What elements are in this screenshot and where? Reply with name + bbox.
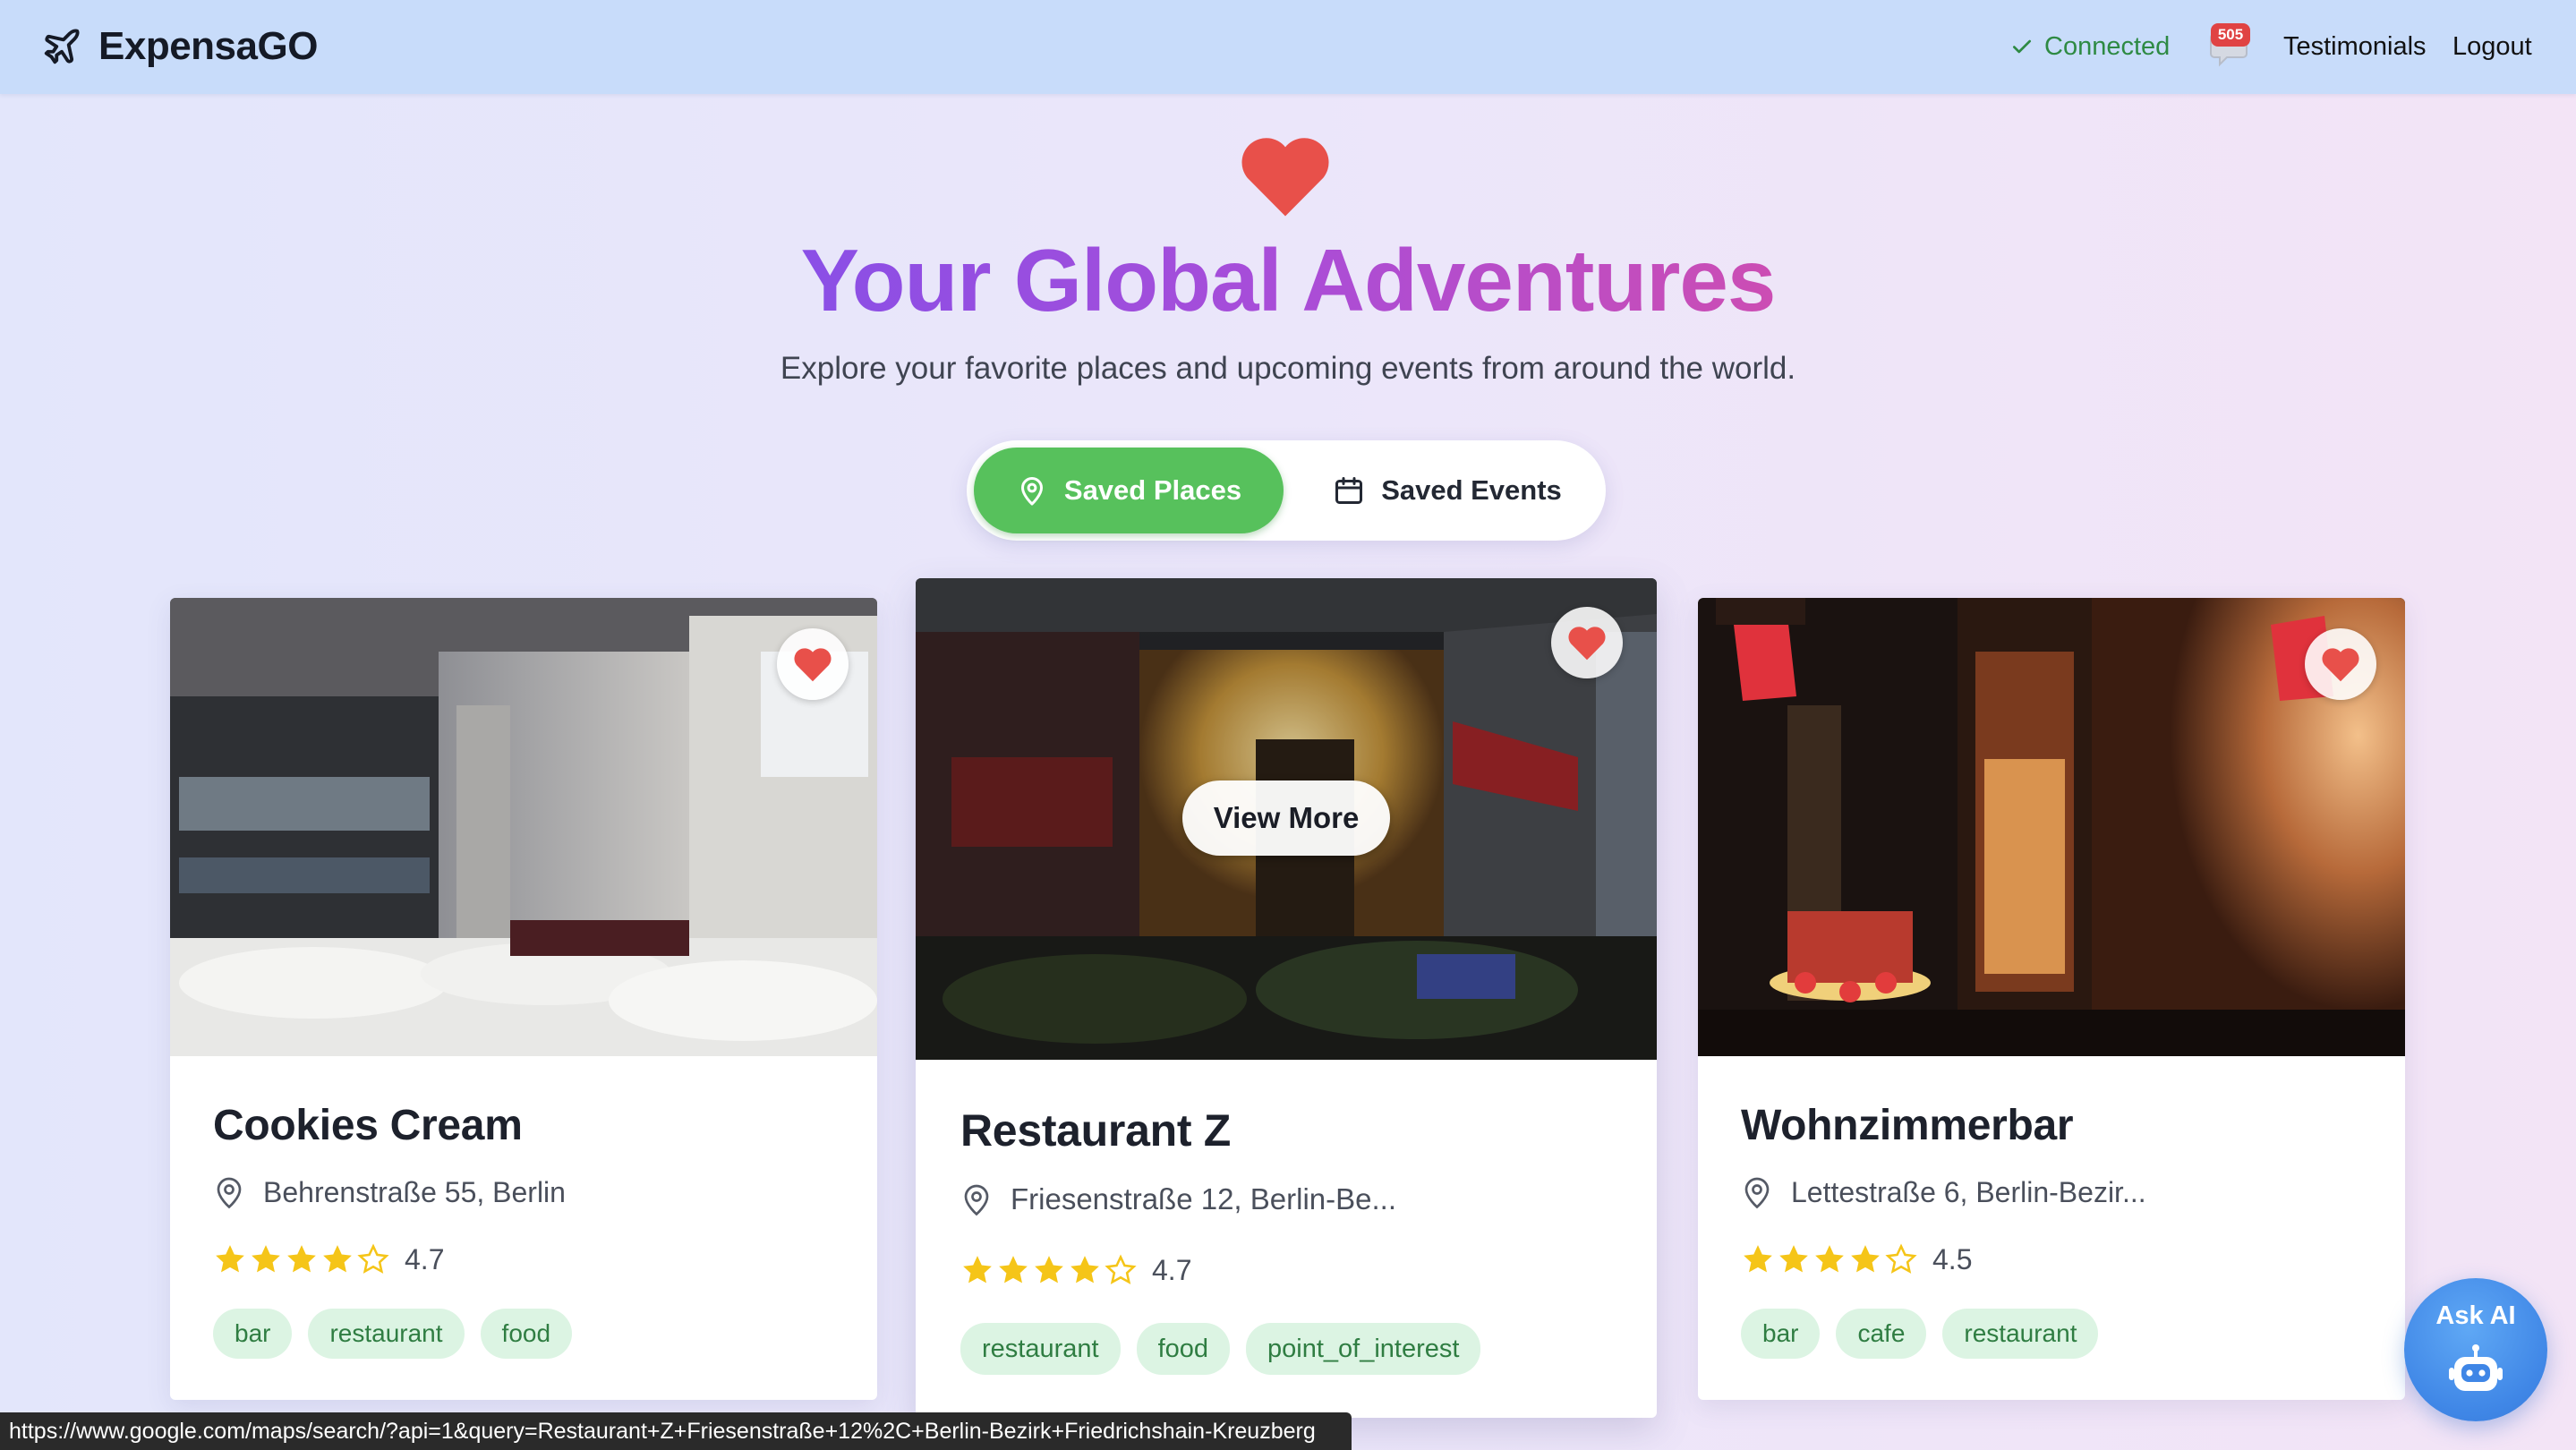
tag-list: restaurant food point_of_interest [960, 1323, 1497, 1375]
link-preview-status: https://www.google.com/maps/search/?api=… [0, 1412, 1352, 1450]
tag: restaurant [308, 1309, 465, 1359]
brand[interactable]: ExpensaGO [41, 22, 318, 71]
heart-icon [1241, 138, 1329, 217]
map-pin-icon [1744, 1177, 1770, 1209]
map-pin-icon [964, 1184, 989, 1216]
star-empty-icon [1105, 1254, 1137, 1284]
star-filled-icon [1779, 1245, 1808, 1273]
star-filled-icon [287, 1245, 316, 1273]
saved-events-tab[interactable]: Saved Events [1300, 448, 1595, 533]
place-address: Lettestraße 6, Berlin-Bezir... [1741, 1174, 2146, 1210]
tag-list: bar cafe restaurant [1741, 1309, 2114, 1359]
star-filled-icon [1851, 1245, 1880, 1273]
place-photo[interactable] [1698, 598, 2405, 1056]
saved-toggle: Saved Places Saved Events [967, 440, 1606, 541]
star-filled-icon [252, 1245, 280, 1273]
place-card[interactable]: Cookies Cream Behrenstraße 55, Berlin 4.… [170, 598, 877, 1400]
calendar-icon [1335, 477, 1363, 504]
place-card[interactable]: Wohnzimmerbar Lettestraße 6, Berlin-Bezi… [1698, 598, 2405, 1400]
star-filled-icon [1815, 1245, 1844, 1273]
heart-icon [794, 648, 832, 682]
star-filled-icon [1035, 1256, 1063, 1284]
place-address: Friesenstraße 12, Berlin-Be... [960, 1181, 1396, 1217]
check-icon [2012, 39, 2032, 54]
plane-icon [44, 29, 80, 64]
place-name: Cookies Cream [213, 1102, 523, 1149]
tag: restaurant [960, 1323, 1121, 1375]
star-filled-icon [1070, 1256, 1099, 1284]
address-text: Lettestraße 6, Berlin-Bezir... [1791, 1175, 2146, 1208]
tag: point_of_interest [1246, 1323, 1481, 1375]
ask-ai-button[interactable]: Ask AI [2404, 1278, 2547, 1421]
star-filled-icon [999, 1256, 1028, 1284]
tag: food [480, 1309, 573, 1359]
saved-places-label: Saved Places [1063, 474, 1242, 506]
place-photo[interactable] [170, 598, 877, 1056]
star-filled-icon [323, 1245, 352, 1273]
connection-status-label: Connected [2044, 31, 2171, 61]
address-text: Behrenstraße 55, Berlin [263, 1175, 566, 1208]
heart-icon [1568, 627, 1606, 661]
star-empty-icon [1885, 1243, 1917, 1274]
map-pin-icon [1020, 477, 1043, 506]
place-rating: 4.5 [1741, 1242, 1972, 1276]
place-name: Restaurant Z [960, 1105, 1232, 1156]
place-card[interactable]: View More Restaurant Z Friesenstraße 12,… [916, 578, 1657, 1418]
saved-events-label: Saved Events [1381, 474, 1562, 506]
tag: cafe [1836, 1309, 1927, 1359]
notification-badge[interactable]: 505 [2211, 23, 2250, 47]
place-rating: 4.7 [213, 1242, 444, 1276]
favorite-button[interactable] [1551, 607, 1623, 678]
logout-link[interactable]: Logout [2452, 29, 2532, 64]
star-filled-icon [963, 1256, 992, 1284]
address-text: Friesenstraße 12, Berlin-Be... [1011, 1182, 1396, 1215]
place-rating: 4.7 [960, 1253, 1191, 1287]
star-filled-icon [1744, 1245, 1772, 1273]
brand-name: ExpensaGO [98, 24, 318, 68]
star-filled-icon [216, 1245, 244, 1273]
star-empty-icon [357, 1243, 389, 1274]
testimonials-link[interactable]: Testimonials [2283, 29, 2427, 64]
robot-icon [2449, 1344, 2503, 1391]
top-navbar: ExpensaGO Connected 505 Testimonials Log… [0, 0, 2576, 94]
page-subtitle: Explore your favorite places and upcomin… [780, 351, 1796, 386]
tag: bar [213, 1309, 293, 1359]
map-pin-icon [217, 1177, 242, 1209]
page-title: Your Global Adventures [800, 231, 1777, 329]
heart-icon [2322, 648, 2359, 682]
place-name: Wohnzimmerbar [1741, 1102, 2074, 1149]
tag-list: bar restaurant food [213, 1309, 588, 1359]
favorite-button[interactable] [2305, 628, 2376, 700]
tag: bar [1741, 1309, 1821, 1359]
tag: restaurant [1942, 1309, 2099, 1359]
rating-value: 4.7 [1152, 1253, 1192, 1286]
saved-places-tab[interactable]: Saved Places [974, 448, 1284, 533]
place-address: Behrenstraße 55, Berlin [213, 1174, 566, 1210]
connection-status: Connected [2010, 29, 2170, 64]
rating-value: 4.7 [405, 1242, 445, 1275]
tag: food [1136, 1323, 1231, 1375]
favorite-button[interactable] [777, 628, 849, 700]
ask-ai-label: Ask AI [2435, 1301, 2516, 1330]
rating-value: 4.5 [1932, 1242, 1973, 1275]
view-more-button[interactable]: View More [1182, 780, 1390, 856]
